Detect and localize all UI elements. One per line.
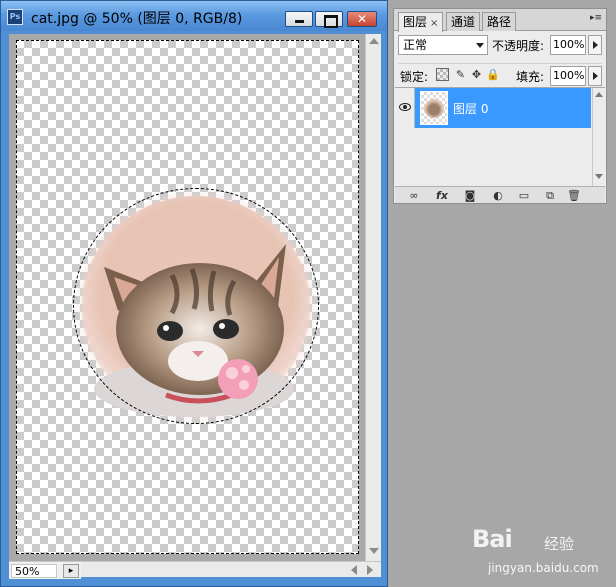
lock-fill-row: 锁定: ✎ ✥ 🔒 填充: 100% [398, 63, 602, 86]
watermark-url: jingyan.baidu.com [488, 561, 599, 575]
tab-paths-label: 路径 [487, 15, 512, 29]
fill-slider-button[interactable] [588, 66, 602, 86]
opacity-input[interactable]: 100% [550, 35, 586, 55]
close-icon: ✕ [356, 12, 368, 26]
layer-list: 图层 0 [395, 87, 605, 186]
tab-layers[interactable]: 图层 × [398, 12, 444, 33]
thumbnail-cat-image [424, 99, 444, 118]
minimize-icon [286, 12, 312, 26]
fill-input[interactable]: 100% [550, 66, 586, 86]
lock-pixels-icon[interactable]: ✎ [454, 68, 467, 81]
new-layer-icon[interactable]: ⧉ [543, 189, 557, 202]
layer-thumbnail [420, 91, 448, 125]
layer-name[interactable]: 图层 0 [453, 100, 488, 117]
layers-panel: 图层 × 通道 路径 ▸≡ 正常 不透明度: 100% 锁定: ✎ ✥ 🔒 填充:… [393, 8, 607, 204]
baidu-jingyan-watermark: Bai 经验 jingyan.baidu.com [472, 521, 612, 583]
trash-icon[interactable]: 🗑 [567, 189, 581, 202]
maximize-button[interactable] [315, 11, 343, 28]
fill-label: 填充: [516, 70, 545, 84]
fx-icon[interactable]: fx [435, 189, 449, 202]
status-bar: 50% ▸ [9, 561, 81, 579]
vertical-scrollbar[interactable] [365, 34, 381, 561]
lock-label: 锁定: [400, 70, 429, 84]
link-icon[interactable]: ∞ [407, 189, 421, 202]
watermark-logo: Bai [472, 525, 513, 553]
blend-opacity-row: 正常 不透明度: 100% [398, 35, 602, 57]
panel-menu-icon[interactable]: ▸≡ [590, 13, 602, 23]
status-menu-button[interactable]: ▸ [63, 564, 79, 578]
blend-mode-select[interactable]: 正常 [398, 35, 488, 55]
elliptical-selection-marquee[interactable] [73, 188, 319, 424]
document-window: Ps cat.jpg @ 50% (图层 0, RGB/8) ✕ 50% ▸ [0, 0, 388, 587]
adjustment-icon[interactable]: ◐ [491, 189, 505, 202]
tab-channels-label: 通道 [451, 15, 476, 29]
layer-list-scrollbar[interactable] [592, 88, 605, 186]
blend-mode-value: 正常 [403, 38, 428, 52]
panel-footer: ∞ fx ◙ ◐ ▭ ⧉ 🗑 [395, 186, 605, 203]
chevron-down-icon [476, 43, 484, 48]
visibility-toggle[interactable] [395, 88, 415, 128]
tab-channels[interactable]: 通道 [446, 12, 481, 31]
photoshop-app-icon: Ps [7, 9, 23, 25]
opacity-label: 不透明度: [492, 39, 545, 53]
mask-icon[interactable]: ◙ [463, 189, 477, 202]
opacity-slider-button[interactable] [588, 35, 602, 55]
zoom-level-field[interactable]: 50% [11, 564, 57, 578]
close-button[interactable]: ✕ [347, 11, 377, 27]
scroll-up-icon[interactable] [595, 92, 603, 97]
lock-position-icon[interactable]: ✥ [470, 68, 483, 81]
scroll-left-icon[interactable] [351, 565, 357, 575]
lock-transparency-icon[interactable] [436, 68, 449, 81]
scroll-down-icon[interactable] [369, 548, 379, 554]
panel-tabs: 图层 × 通道 路径 ▸≡ [394, 9, 606, 33]
layer-row[interactable]: 图层 0 [395, 88, 591, 128]
tab-close-icon[interactable]: × [430, 15, 438, 33]
maximize-icon [316, 12, 342, 28]
lock-all-icon[interactable]: 🔒 [486, 68, 500, 81]
scroll-up-icon[interactable] [369, 38, 379, 44]
folder-icon[interactable]: ▭ [517, 189, 531, 202]
document-title: cat.jpg @ 50% (图层 0, RGB/8) [31, 11, 243, 27]
horizontal-scrollbar[interactable] [81, 561, 381, 577]
canvas-area[interactable] [9, 34, 365, 561]
scroll-down-icon[interactable] [595, 174, 603, 179]
eye-icon [399, 103, 411, 111]
tab-paths[interactable]: 路径 [482, 12, 517, 31]
scroll-right-icon[interactable] [367, 565, 373, 575]
minimize-button[interactable] [285, 11, 313, 27]
document-titlebar[interactable]: Ps cat.jpg @ 50% (图层 0, RGB/8) ✕ [1, 1, 387, 31]
tab-layers-label: 图层 [403, 15, 428, 29]
watermark-logo-suffix: 经验 [544, 535, 575, 553]
